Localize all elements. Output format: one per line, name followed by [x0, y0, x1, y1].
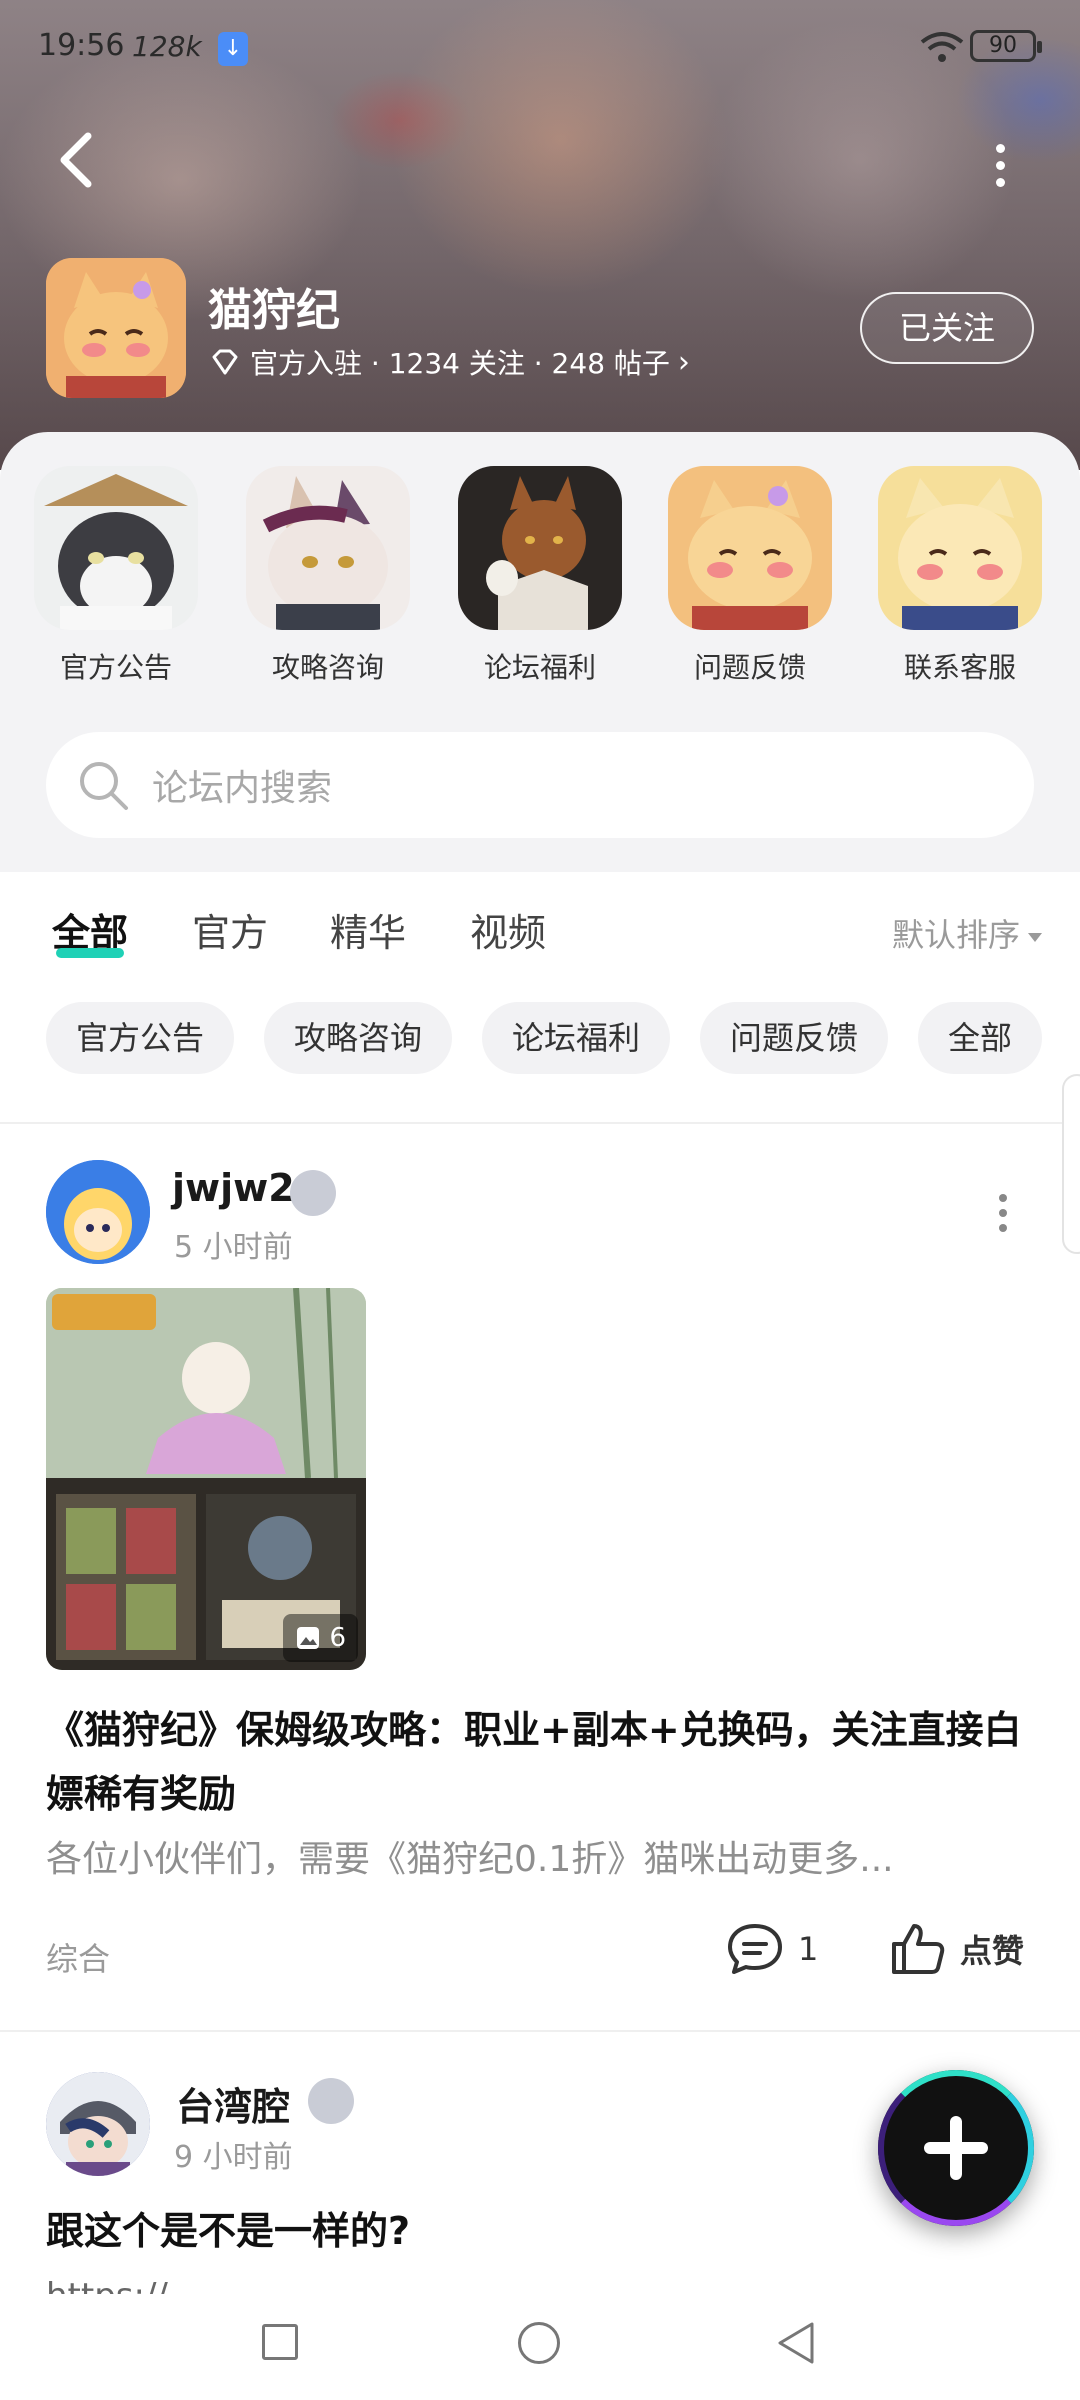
- side-drawer-handle[interactable]: [1062, 1074, 1080, 1254]
- sort-label: 默认排序: [891, 916, 1020, 954]
- home-icon[interactable]: [518, 2322, 560, 2364]
- shortcut-grid: 官方公告 攻略咨询 论坛福利 问题反馈 联系客服: [0, 466, 1080, 686]
- forum-page: 19:56 128k ↓ 90 猫狩纪 官方入驻 · 1234 关注 · 248…: [0, 0, 1080, 2400]
- avatar[interactable]: [46, 2072, 150, 2176]
- diamond-icon: [212, 349, 238, 375]
- battery-icon: 90: [970, 30, 1042, 62]
- comment-button[interactable]: 1: [726, 1922, 818, 1976]
- forum-search-bar[interactable]: 论坛内搜索: [46, 732, 1034, 838]
- user-level-badge-icon: [290, 1170, 336, 1216]
- follow-button[interactable]: 已关注: [860, 292, 1034, 364]
- shortcut-strategy[interactable]: 攻略咨询: [246, 466, 410, 686]
- tab-official[interactable]: 官方: [192, 902, 268, 957]
- status-speed: 128k: [132, 30, 202, 63]
- thumbs-up-icon: [892, 1924, 945, 1974]
- post-time: 5 小时前: [174, 1230, 293, 1265]
- shortcut-label: 论坛福利: [483, 651, 596, 684]
- active-tab-indicator: [56, 948, 124, 958]
- like-button[interactable]: 点赞: [890, 1922, 1024, 1976]
- shortcut-label: 联系客服: [903, 651, 1016, 684]
- gallery-icon: [297, 1627, 320, 1649]
- download-icon: ↓: [218, 32, 248, 66]
- shortcut-thumbnail: [246, 466, 410, 630]
- chip-official-notice[interactable]: 官方公告: [46, 1002, 235, 1074]
- status-bar: 19:56 128k ↓ 90: [0, 0, 1080, 96]
- nav-back-icon[interactable]: [774, 2320, 818, 2366]
- search-placeholder: 论坛内搜索: [152, 768, 333, 809]
- chip-all[interactable]: 全部: [918, 1002, 1043, 1074]
- tab-featured[interactable]: 精华: [330, 902, 406, 957]
- wifi-icon: [920, 32, 964, 62]
- shortcut-thumbnail: [458, 466, 622, 630]
- shortcut-welfare[interactable]: 论坛福利: [458, 466, 622, 686]
- system-navigation-bar: [0, 2296, 1080, 2400]
- like-label: 点赞: [960, 1932, 1025, 1970]
- search-icon: [80, 762, 128, 810]
- section-divider: [0, 1122, 1080, 1124]
- status-time: 19:56: [38, 28, 125, 63]
- chevron-right-icon: ›: [677, 344, 690, 380]
- avatar[interactable]: [46, 1160, 150, 1264]
- caret-down-icon: [1028, 932, 1042, 942]
- post-title[interactable]: 跟这个是不是一样的?: [46, 2200, 410, 2255]
- sort-dropdown[interactable]: 默认排序: [892, 910, 1042, 956]
- shortcut-label: 问题反馈: [693, 651, 806, 684]
- post-title[interactable]: 《猫狩纪》保姆级攻略：职业+副本+兑换码，关注直接白嫖稀有奖励: [46, 1698, 1046, 1826]
- image-count: 6: [329, 1623, 346, 1653]
- forum-meta-text: 官方入驻 · 1234 关注 · 248 帖子: [250, 347, 670, 380]
- post-more-icon[interactable]: [994, 1194, 1012, 1244]
- post-category: 综合: [46, 1940, 111, 1978]
- post-author[interactable]: jwjw2: [172, 1166, 295, 1210]
- create-post-button[interactable]: [878, 2070, 1034, 2226]
- forum-title: 猫狩纪: [208, 285, 340, 336]
- shortcut-thumbnail: [34, 466, 198, 630]
- post-excerpt[interactable]: 各位小伙伴们，需要《猫狩纪0.1折》猫咪出动更多...: [46, 1830, 1046, 1882]
- shortcut-feedback[interactable]: 问题反馈: [668, 466, 832, 686]
- chip-feedback[interactable]: 问题反馈: [700, 1002, 889, 1074]
- chip-strategy[interactable]: 攻略咨询: [264, 1002, 453, 1074]
- shortcut-thumbnail: [668, 466, 832, 630]
- post-image[interactable]: 6: [46, 1288, 366, 1670]
- content-tabs: 全部 官方 精华 视频 默认排序: [0, 896, 1080, 966]
- image-count-badge: 6: [283, 1614, 358, 1662]
- shortcut-customer-service[interactable]: 联系客服: [878, 466, 1042, 686]
- forum-meta[interactable]: 官方入驻 · 1234 关注 · 248 帖子 ›: [210, 342, 690, 382]
- chip-welfare[interactable]: 论坛福利: [482, 1002, 671, 1074]
- shortcut-official-notice[interactable]: 官方公告: [34, 466, 198, 686]
- back-arrow-icon[interactable]: [52, 130, 102, 190]
- category-chips: 官方公告 攻略咨询 论坛福利 问题反馈 全部: [0, 1002, 1080, 1076]
- shortcut-thumbnail: [878, 466, 1042, 630]
- user-level-badge-icon: [308, 2078, 354, 2124]
- comment-count: 1: [798, 1930, 819, 1968]
- more-options-icon[interactable]: [990, 140, 1010, 190]
- shortcut-label: 官方公告: [59, 651, 172, 684]
- post-time: 9 小时前: [174, 2140, 293, 2175]
- tab-video[interactable]: 视频: [470, 902, 546, 957]
- comment-icon: [728, 1924, 782, 1974]
- post-divider: [0, 2030, 1080, 2032]
- recent-apps-icon[interactable]: [262, 2324, 298, 2360]
- shortcut-label: 攻略咨询: [271, 651, 384, 684]
- post-link-preview[interactable]: https://: [46, 2274, 1046, 2294]
- post-author[interactable]: 台湾腔: [176, 2076, 290, 2131]
- forum-avatar: [46, 258, 186, 398]
- plus-icon-vertical: [950, 2116, 962, 2180]
